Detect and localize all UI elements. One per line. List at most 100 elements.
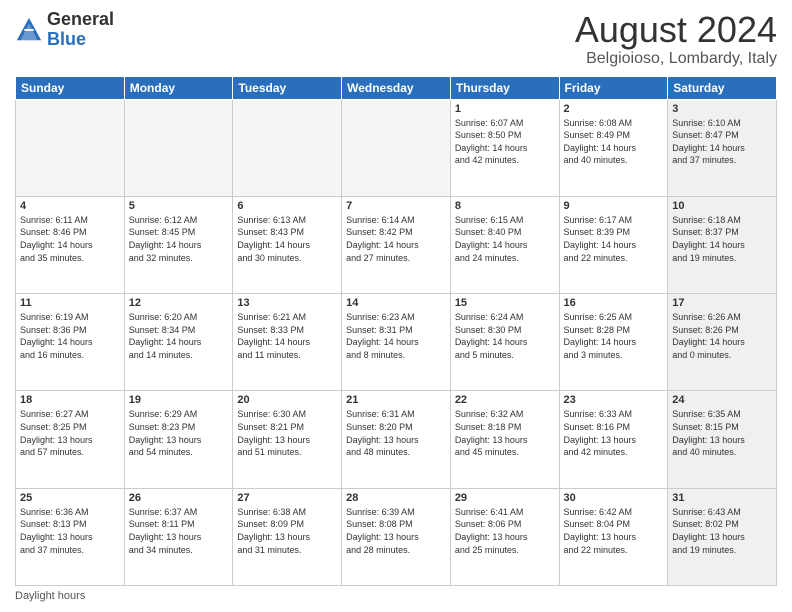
day-info: Sunrise: 6:32 AM Sunset: 8:18 PM Dayligh… bbox=[455, 408, 555, 458]
col-sunday: Sunday bbox=[16, 76, 125, 99]
day-info: Sunrise: 6:30 AM Sunset: 8:21 PM Dayligh… bbox=[237, 408, 337, 458]
day-info: Sunrise: 6:23 AM Sunset: 8:31 PM Dayligh… bbox=[346, 311, 446, 361]
calendar-cell: 14 Sunrise: 6:23 AM Sunset: 8:31 PM Dayli… bbox=[342, 294, 451, 391]
day-number: 23 bbox=[564, 394, 664, 406]
day-number: 24 bbox=[672, 394, 772, 406]
day-info: Sunrise: 6:13 AM Sunset: 8:43 PM Dayligh… bbox=[237, 214, 337, 264]
daylight-label: Daylight hours bbox=[15, 590, 85, 602]
calendar-week-row-1: 1 Sunrise: 6:07 AM Sunset: 8:50 PM Daylig… bbox=[16, 99, 777, 196]
calendar-cell: 24 Sunrise: 6:35 AM Sunset: 8:15 PM Dayli… bbox=[668, 391, 777, 488]
calendar-cell bbox=[124, 99, 233, 196]
day-number: 18 bbox=[20, 394, 120, 406]
day-info: Sunrise: 6:26 AM Sunset: 8:26 PM Dayligh… bbox=[672, 311, 772, 361]
calendar-cell: 20Sunrise: 6:30 AM Sunset: 8:21 PM Dayli… bbox=[233, 391, 342, 488]
calendar-cell bbox=[16, 99, 125, 196]
day-number: 26 bbox=[129, 492, 229, 504]
calendar-cell: 25 Sunrise: 6:36 AM Sunset: 8:13 PM Dayli… bbox=[16, 488, 125, 585]
day-number: 4 bbox=[20, 200, 120, 212]
logo-blue-text: Blue bbox=[47, 29, 86, 49]
calendar-cell: 5 Sunrise: 6:12 AM Sunset: 8:45 PM Daylig… bbox=[124, 196, 233, 293]
calendar-cell: 18 Sunrise: 6:27 AM Sunset: 8:25 PM Dayli… bbox=[16, 391, 125, 488]
calendar-cell: 17 Sunrise: 6:26 AM Sunset: 8:26 PM Dayli… bbox=[668, 294, 777, 391]
day-number: 7 bbox=[346, 200, 446, 212]
day-number: 13 bbox=[237, 297, 337, 309]
day-info: Sunrise: 6:37 AM Sunset: 8:11 PM Dayligh… bbox=[129, 506, 229, 556]
calendar-cell: 26 Sunrise: 6:37 AM Sunset: 8:11 PM Dayli… bbox=[124, 488, 233, 585]
calendar-cell bbox=[233, 99, 342, 196]
day-info: Sunrise: 6:38 AM Sunset: 8:09 PM Dayligh… bbox=[237, 506, 337, 556]
logo-general-text: General bbox=[47, 9, 114, 29]
day-info: Sunrise: 6:11 AM Sunset: 8:46 PM Dayligh… bbox=[20, 214, 120, 264]
day-info: Sunrise: 6:43 AM Sunset: 8:02 PM Dayligh… bbox=[672, 506, 772, 556]
day-info: Sunrise: 6:15 AM Sunset: 8:40 PM Dayligh… bbox=[455, 214, 555, 264]
day-number: 11 bbox=[20, 297, 120, 309]
calendar-cell: 15 Sunrise: 6:24 AM Sunset: 8:30 PM Dayli… bbox=[450, 294, 559, 391]
day-info: Sunrise: 6:36 AM Sunset: 8:13 PM Dayligh… bbox=[20, 506, 120, 556]
day-number: 15 bbox=[455, 297, 555, 309]
day-info: Sunrise: 6:27 AM Sunset: 8:25 PM Dayligh… bbox=[20, 408, 120, 458]
calendar-week-row-4: 18 Sunrise: 6:27 AM Sunset: 8:25 PM Dayli… bbox=[16, 391, 777, 488]
day-number: 16 bbox=[564, 297, 664, 309]
day-number: 14 bbox=[346, 297, 446, 309]
day-number: 2 bbox=[564, 103, 664, 115]
col-friday: Friday bbox=[559, 76, 668, 99]
day-info: Sunrise: 6:24 AM Sunset: 8:30 PM Dayligh… bbox=[455, 311, 555, 361]
calendar-cell: 31 Sunrise: 6:43 AM Sunset: 8:02 PM Dayli… bbox=[668, 488, 777, 585]
day-info: Sunrise: 6:17 AM Sunset: 8:39 PM Dayligh… bbox=[564, 214, 664, 264]
day-number: 22 bbox=[455, 394, 555, 406]
day-info: Sunrise: 6:42 AM Sunset: 8:04 PM Dayligh… bbox=[564, 506, 664, 556]
day-info: Sunrise: 6:25 AM Sunset: 8:28 PM Dayligh… bbox=[564, 311, 664, 361]
day-number: 5 bbox=[129, 200, 229, 212]
month-title: August 2024 bbox=[575, 10, 777, 50]
location-title: Belgioioso, Lombardy, Italy bbox=[575, 50, 777, 68]
calendar-cell: 6 Sunrise: 6:13 AM Sunset: 8:43 PM Daylig… bbox=[233, 196, 342, 293]
day-number: 19 bbox=[129, 394, 229, 406]
calendar-cell: 12 Sunrise: 6:20 AM Sunset: 8:34 PM Dayli… bbox=[124, 294, 233, 391]
logo-icon bbox=[15, 16, 43, 44]
logo: General Blue bbox=[15, 10, 114, 50]
calendar-cell: 11Sunrise: 6:19 AM Sunset: 8:36 PM Dayli… bbox=[16, 294, 125, 391]
calendar-cell: 1 Sunrise: 6:07 AM Sunset: 8:50 PM Daylig… bbox=[450, 99, 559, 196]
day-info: Sunrise: 6:12 AM Sunset: 8:45 PM Dayligh… bbox=[129, 214, 229, 264]
day-number: 28 bbox=[346, 492, 446, 504]
calendar-cell: 19 Sunrise: 6:29 AM Sunset: 8:23 PM Dayli… bbox=[124, 391, 233, 488]
calendar-week-row-3: 11Sunrise: 6:19 AM Sunset: 8:36 PM Dayli… bbox=[16, 294, 777, 391]
calendar-cell: 4 Sunrise: 6:11 AM Sunset: 8:46 PM Daylig… bbox=[16, 196, 125, 293]
header: General Blue August 2024 Belgioioso, Lom… bbox=[15, 10, 777, 68]
day-info: Sunrise: 6:20 AM Sunset: 8:34 PM Dayligh… bbox=[129, 311, 229, 361]
calendar-table: Sunday Monday Tuesday Wednesday Thursday… bbox=[15, 76, 777, 586]
day-number: 1 bbox=[455, 103, 555, 115]
day-info: Sunrise: 6:39 AM Sunset: 8:08 PM Dayligh… bbox=[346, 506, 446, 556]
calendar-cell: 23Sunrise: 6:33 AM Sunset: 8:16 PM Dayli… bbox=[559, 391, 668, 488]
col-saturday: Saturday bbox=[668, 76, 777, 99]
calendar-cell: 28 Sunrise: 6:39 AM Sunset: 8:08 PM Dayli… bbox=[342, 488, 451, 585]
calendar-cell: 7 Sunrise: 6:14 AM Sunset: 8:42 PM Daylig… bbox=[342, 196, 451, 293]
day-info: Sunrise: 6:18 AM Sunset: 8:37 PM Dayligh… bbox=[672, 214, 772, 264]
day-number: 30 bbox=[564, 492, 664, 504]
calendar-cell: 13Sunrise: 6:21 AM Sunset: 8:33 PM Dayli… bbox=[233, 294, 342, 391]
day-number: 27 bbox=[237, 492, 337, 504]
calendar-cell: 3Sunrise: 6:10 AM Sunset: 8:47 PM Daylig… bbox=[668, 99, 777, 196]
day-number: 31 bbox=[672, 492, 772, 504]
logo-text: General Blue bbox=[47, 10, 114, 50]
day-info: Sunrise: 6:08 AM Sunset: 8:49 PM Dayligh… bbox=[564, 117, 664, 167]
day-info: Sunrise: 6:35 AM Sunset: 8:15 PM Dayligh… bbox=[672, 408, 772, 458]
calendar-cell: 16 Sunrise: 6:25 AM Sunset: 8:28 PM Dayli… bbox=[559, 294, 668, 391]
day-number: 8 bbox=[455, 200, 555, 212]
calendar-cell: 9Sunrise: 6:17 AM Sunset: 8:39 PM Daylig… bbox=[559, 196, 668, 293]
day-info: Sunrise: 6:07 AM Sunset: 8:50 PM Dayligh… bbox=[455, 117, 555, 167]
day-number: 25 bbox=[20, 492, 120, 504]
col-tuesday: Tuesday bbox=[233, 76, 342, 99]
day-number: 29 bbox=[455, 492, 555, 504]
day-info: Sunrise: 6:14 AM Sunset: 8:42 PM Dayligh… bbox=[346, 214, 446, 264]
day-number: 12 bbox=[129, 297, 229, 309]
day-number: 6 bbox=[237, 200, 337, 212]
day-info: Sunrise: 6:41 AM Sunset: 8:06 PM Dayligh… bbox=[455, 506, 555, 556]
title-block: August 2024 Belgioioso, Lombardy, Italy bbox=[575, 10, 777, 68]
footer: Daylight hours bbox=[15, 590, 777, 602]
calendar-cell: 29 Sunrise: 6:41 AM Sunset: 8:06 PM Dayli… bbox=[450, 488, 559, 585]
day-number: 17 bbox=[672, 297, 772, 309]
calendar-header-row: Sunday Monday Tuesday Wednesday Thursday… bbox=[16, 76, 777, 99]
calendar-cell bbox=[342, 99, 451, 196]
day-info: Sunrise: 6:29 AM Sunset: 8:23 PM Dayligh… bbox=[129, 408, 229, 458]
